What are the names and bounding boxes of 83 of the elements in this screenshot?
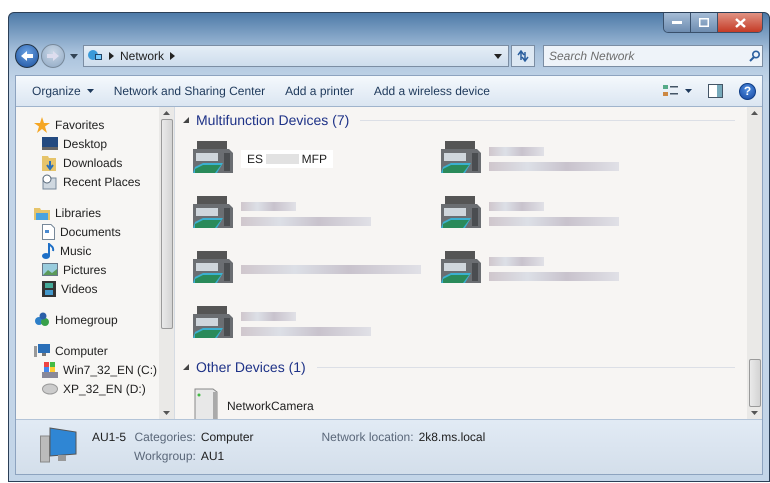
toolbar-button[interactable]: Add a wireless device bbox=[366, 80, 498, 102]
scroll-up-icon[interactable] bbox=[751, 111, 758, 115]
drive-icon bbox=[42, 362, 58, 378]
redacted-text bbox=[266, 154, 299, 164]
scrollbar-thumb[interactable] bbox=[160, 119, 172, 329]
scrollbar[interactable] bbox=[747, 107, 762, 419]
refresh-button[interactable] bbox=[511, 45, 535, 67]
history-dropdown-icon[interactable] bbox=[70, 54, 78, 58]
minimize-button[interactable] bbox=[664, 13, 691, 32]
sidebar-item[interactable]: Favorites bbox=[34, 115, 159, 134]
close-button[interactable] bbox=[718, 13, 762, 32]
group-heading[interactable]: Multifunction Devices (7) bbox=[196, 112, 350, 128]
breadcrumb-arrow-icon[interactable] bbox=[109, 52, 114, 60]
back-button[interactable] bbox=[15, 44, 39, 68]
document-icon bbox=[42, 224, 55, 240]
view-list-icon bbox=[663, 84, 679, 98]
device-name[interactable]: NetworkCamera bbox=[227, 399, 314, 413]
maximize-icon bbox=[699, 18, 709, 27]
star-icon bbox=[34, 116, 50, 132]
sidebar-item[interactable]: Videos bbox=[34, 279, 159, 298]
sidebar-item[interactable]: Win7_32_EN (C:) bbox=[34, 360, 159, 379]
scrollbar-thumb[interactable] bbox=[748, 359, 760, 407]
toolbar-button[interactable]: Network and Sharing Center bbox=[106, 80, 274, 102]
detail-label: Categories: bbox=[134, 430, 196, 444]
minimize-icon bbox=[672, 20, 682, 24]
blurred-text bbox=[241, 312, 296, 321]
detail-value: Computer bbox=[200, 430, 254, 444]
forward-arrow-icon bbox=[46, 50, 60, 62]
sidebar-item[interactable]: Homegroup bbox=[34, 310, 159, 329]
desktop-icon bbox=[42, 137, 58, 150]
detail-label: Workgroup: bbox=[134, 449, 196, 463]
breadcrumb-arrow-icon[interactable] bbox=[170, 52, 176, 60]
disc-icon bbox=[42, 382, 58, 394]
scroll-down-icon[interactable] bbox=[751, 411, 758, 415]
back-arrow-icon bbox=[20, 50, 34, 62]
detail-label: Network location: bbox=[322, 430, 414, 444]
sidebar-item[interactable]: Pictures bbox=[34, 260, 159, 279]
dropdown-icon[interactable] bbox=[494, 54, 502, 58]
scroll-up-icon[interactable] bbox=[163, 111, 170, 115]
toolbar-button[interactable]: Organize bbox=[24, 80, 102, 102]
computer-icon bbox=[34, 344, 50, 358]
sidebar-item[interactable]: Documents bbox=[34, 222, 159, 241]
sidebar-item[interactable]: Libraries bbox=[34, 203, 159, 222]
caret-icon bbox=[86, 89, 94, 93]
film-icon bbox=[42, 280, 56, 296]
scroll-down-icon[interactable] bbox=[163, 411, 170, 415]
group-heading[interactable]: Other Devices (1) bbox=[196, 359, 306, 375]
breadcrumb-item[interactable]: Network bbox=[120, 49, 164, 63]
picture-icon bbox=[42, 263, 58, 276]
caret-icon bbox=[685, 89, 692, 93]
homegroup-icon bbox=[34, 312, 50, 327]
address-bar[interactable]: Network bbox=[83, 45, 509, 67]
search-icon[interactable] bbox=[749, 50, 760, 62]
toolbar-button[interactable]: Add a printer bbox=[277, 80, 362, 102]
device-name[interactable]: ES MFP bbox=[241, 150, 333, 168]
network-icon bbox=[87, 49, 103, 63]
scrollbar[interactable] bbox=[159, 107, 174, 419]
blurred-text bbox=[489, 202, 544, 211]
detail-value: AU1 bbox=[200, 449, 226, 463]
search-field[interactable]: Search Network bbox=[543, 45, 763, 67]
help-button[interactable]: ? bbox=[739, 82, 756, 100]
blurred-text bbox=[241, 202, 296, 211]
sidebar-item[interactable]: Computer bbox=[34, 341, 159, 360]
sidebar-item[interactable]: Downloads bbox=[34, 153, 159, 172]
sidebar-item[interactable]: Recent Places bbox=[34, 172, 159, 191]
sidebar-item[interactable]: Music bbox=[34, 241, 159, 260]
folder-icon bbox=[34, 206, 50, 220]
detail-value: 2k8.ms.local bbox=[418, 430, 486, 444]
refresh-arrows-icon bbox=[516, 50, 530, 62]
blurred-text bbox=[489, 257, 544, 266]
blurred-text bbox=[489, 147, 544, 156]
recent-places-icon bbox=[42, 174, 58, 190]
sidebar-item[interactable]: XP_32_EN (D:) bbox=[34, 379, 159, 398]
close-icon bbox=[734, 18, 746, 28]
preview-pane-icon bbox=[708, 84, 723, 98]
music-note-icon bbox=[42, 242, 55, 258]
collapse-triangle-icon[interactable] bbox=[183, 117, 189, 123]
sidebar-item[interactable]: Desktop bbox=[34, 134, 159, 153]
download-folder-icon bbox=[42, 154, 58, 170]
maximize-button[interactable] bbox=[691, 13, 718, 32]
computer-icon bbox=[40, 426, 78, 464]
computer-name: AU1-5 bbox=[92, 430, 126, 444]
collapse-triangle-icon[interactable] bbox=[183, 364, 189, 370]
